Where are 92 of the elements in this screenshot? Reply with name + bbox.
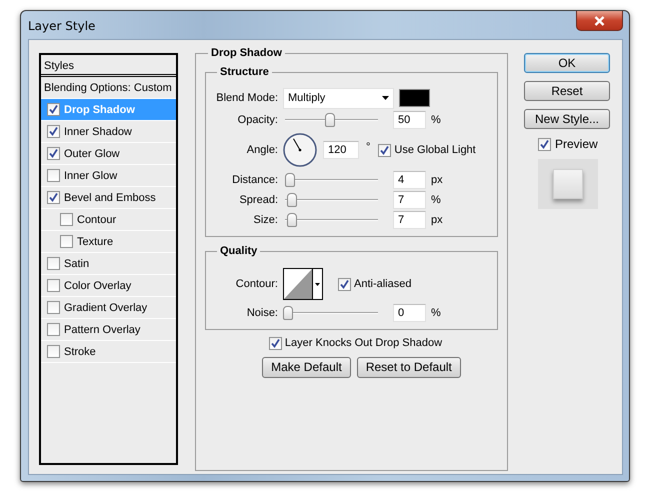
slider-thumb[interactable] (324, 113, 335, 127)
item-label: Inner Shadow (64, 126, 132, 138)
item-label: Outer Glow (64, 148, 120, 160)
checkbox[interactable] (378, 144, 392, 156)
checkbox-label: Anti-aliased (354, 278, 412, 290)
window-title: Layer Style (28, 19, 96, 33)
style-item[interactable]: Stroke (41, 341, 176, 363)
style-item[interactable]: Color Overlay (41, 275, 176, 297)
field-label: Size: (252, 214, 279, 226)
blend-mode-select[interactable]: Multiply (283, 88, 394, 108)
slider-thumb[interactable] (287, 213, 298, 227)
value-field[interactable]: 50 (393, 111, 426, 129)
angle-dial[interactable] (283, 133, 317, 167)
field-label: Blend Mode: (215, 92, 279, 104)
slider-track[interactable] (283, 173, 380, 187)
slider-thumb[interactable] (283, 306, 293, 320)
style-item[interactable]: Pattern Overlay (41, 319, 176, 341)
item-label: Color Overlay (64, 280, 132, 292)
contour-picker[interactable] (283, 268, 323, 300)
close-icon (594, 16, 605, 26)
field-label: Contour: (234, 278, 279, 290)
item-label: Stroke (64, 346, 96, 358)
slider-thumb[interactable] (287, 193, 298, 207)
field-label: Opacity: (236, 114, 279, 126)
checkbox[interactable] (47, 323, 60, 336)
checkbox[interactable] (60, 213, 73, 226)
item-label: Pattern Overlay (64, 324, 140, 336)
unit-label: % (431, 114, 441, 126)
checkbox[interactable] (47, 257, 60, 270)
value-field[interactable]: 0 (393, 304, 426, 322)
checkbox[interactable] (47, 125, 60, 138)
unit-label: px (431, 214, 443, 226)
value-field[interactable]: 120 (323, 141, 359, 159)
section-title: Structure (219, 66, 270, 78)
color-swatch[interactable] (399, 89, 430, 107)
section-title: Quality (219, 245, 258, 257)
item-label: Drop Shadow (64, 104, 135, 116)
field-label: Spread: (238, 194, 279, 206)
field-label: Distance: (231, 174, 279, 186)
checkbox[interactable] (47, 279, 60, 292)
caret-icon (315, 282, 320, 286)
item-label: Contour (77, 214, 116, 226)
slider-track[interactable] (283, 193, 380, 207)
style-item[interactable]: Bevel and Emboss (41, 187, 176, 209)
item-label: Inner Glow (64, 170, 118, 182)
style-item[interactable]: Texture (41, 231, 176, 253)
checkbox[interactable] (268, 336, 282, 350)
item-label: Texture (77, 236, 114, 248)
value-field[interactable]: 7 (393, 191, 426, 209)
dialog-button[interactable]: OK (524, 53, 610, 73)
section-title: Drop Shadow (208, 47, 285, 59)
checkbox[interactable] (60, 235, 73, 248)
unit-label: ° (366, 141, 370, 153)
caret-icon (382, 96, 389, 100)
style-item[interactable]: Inner Shadow (41, 121, 176, 143)
checkbox[interactable] (538, 138, 551, 150)
dialog-button[interactable]: New Style... (524, 109, 610, 129)
action-button[interactable]: Reset to Default (356, 356, 461, 378)
checkbox[interactable] (338, 278, 351, 290)
value-field[interactable]: 4 (393, 171, 426, 189)
unit-label: % (431, 194, 441, 206)
action-button[interactable]: Make Default (262, 356, 351, 378)
item-label: Bevel and Emboss (64, 192, 156, 204)
slider-thumb[interactable] (284, 173, 295, 187)
style-item[interactable]: Contour (41, 209, 176, 231)
checkbox[interactable] (47, 345, 60, 358)
item-label: Gradient Overlay (64, 302, 148, 314)
style-item[interactable]: Outer Glow (41, 143, 176, 165)
style-item[interactable]: Satin (41, 253, 176, 275)
close-button[interactable] (576, 11, 623, 31)
slider-track[interactable] (283, 213, 380, 227)
item-label: Satin (64, 258, 90, 270)
value-field[interactable]: 7 (393, 211, 426, 229)
checkbox[interactable] (47, 103, 60, 116)
checkbox[interactable] (47, 169, 60, 182)
preview-thumbnail (538, 159, 598, 209)
slider-track[interactable] (283, 113, 380, 127)
unit-label: px (431, 174, 443, 186)
style-item[interactable]: Inner Glow (41, 165, 176, 187)
checkbox[interactable] (47, 301, 60, 314)
field-label: Noise: (246, 307, 279, 319)
checkbox-label: Use Global Light (394, 144, 476, 156)
checkbox-label: Layer Knocks Out Drop Shadow (284, 337, 442, 349)
checkbox[interactable] (47, 147, 60, 160)
unit-label: % (431, 307, 441, 319)
slider-track[interactable] (283, 306, 380, 320)
checkbox-label: Preview (555, 137, 598, 151)
checkbox[interactable] (47, 191, 60, 204)
list-header: Styles (41, 55, 176, 77)
field-label: Angle: (246, 144, 279, 156)
dialog-button[interactable]: Reset (524, 81, 610, 101)
style-item[interactable]: Gradient Overlay (41, 297, 176, 319)
